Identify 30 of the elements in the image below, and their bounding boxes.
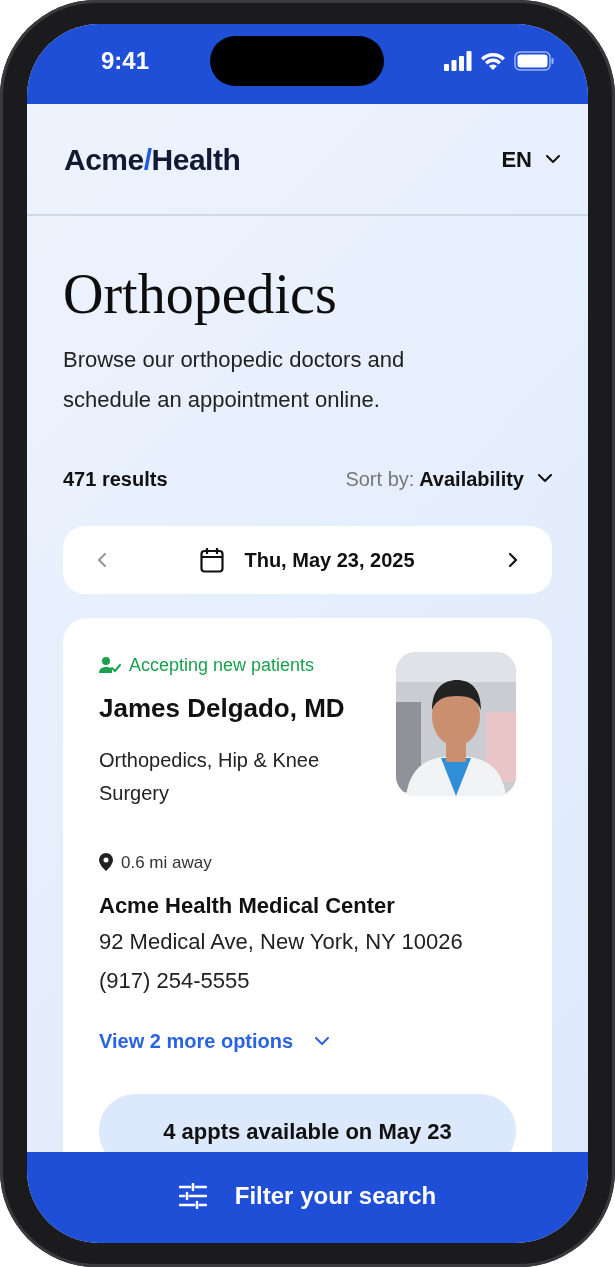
- facility-name: Acme Health Medical Center: [99, 892, 396, 921]
- chevron-left-icon: [97, 551, 107, 568]
- appointments-button[interactable]: 4 appts available on May 23: [99, 1094, 516, 1152]
- selected-date: Thu, May 23, 2025: [244, 547, 415, 573]
- more-options-link[interactable]: View 2 more options: [99, 1026, 332, 1057]
- chevron-right-icon: [508, 551, 518, 568]
- facility-address: 92 Medical Ave, New York, NY 10026: [99, 928, 464, 957]
- wifi-icon: [480, 51, 506, 71]
- page-title: Orthopedics: [63, 264, 338, 326]
- chevron-down-icon: [546, 154, 560, 164]
- sliders-icon: [178, 1183, 207, 1209]
- results-count: 471 results: [63, 466, 168, 492]
- doctor-name: James Delgado, MD: [99, 691, 346, 725]
- person-check-icon: [99, 656, 121, 675]
- chevron-down-icon: [315, 1036, 332, 1046]
- status-label: Accepting new patients: [129, 653, 315, 677]
- status-time: 9:41: [101, 46, 150, 76]
- calendar-icon: [200, 546, 225, 573]
- doctor-specialty: Orthopedics, Hip & Knee Surgery: [99, 747, 321, 806]
- phone-number: (917) 254-5555: [99, 967, 251, 996]
- chevron-down-icon: [538, 474, 552, 484]
- battery-icon: [514, 51, 554, 71]
- language-selector[interactable]: EN: [501, 142, 560, 176]
- filter-button[interactable]: Filter your search: [27, 1152, 588, 1243]
- signal-icon: [444, 51, 472, 71]
- logo: Acme/Health: [64, 141, 241, 178]
- page-description: Browse our orthopedic doctors and schedule an appointment online.: [63, 345, 406, 414]
- distance-label: 0.6 mi away: [121, 851, 212, 874]
- map-pin-icon: [99, 853, 113, 872]
- sort-dropdown[interactable]: Sort by: Availability: [345, 463, 552, 494]
